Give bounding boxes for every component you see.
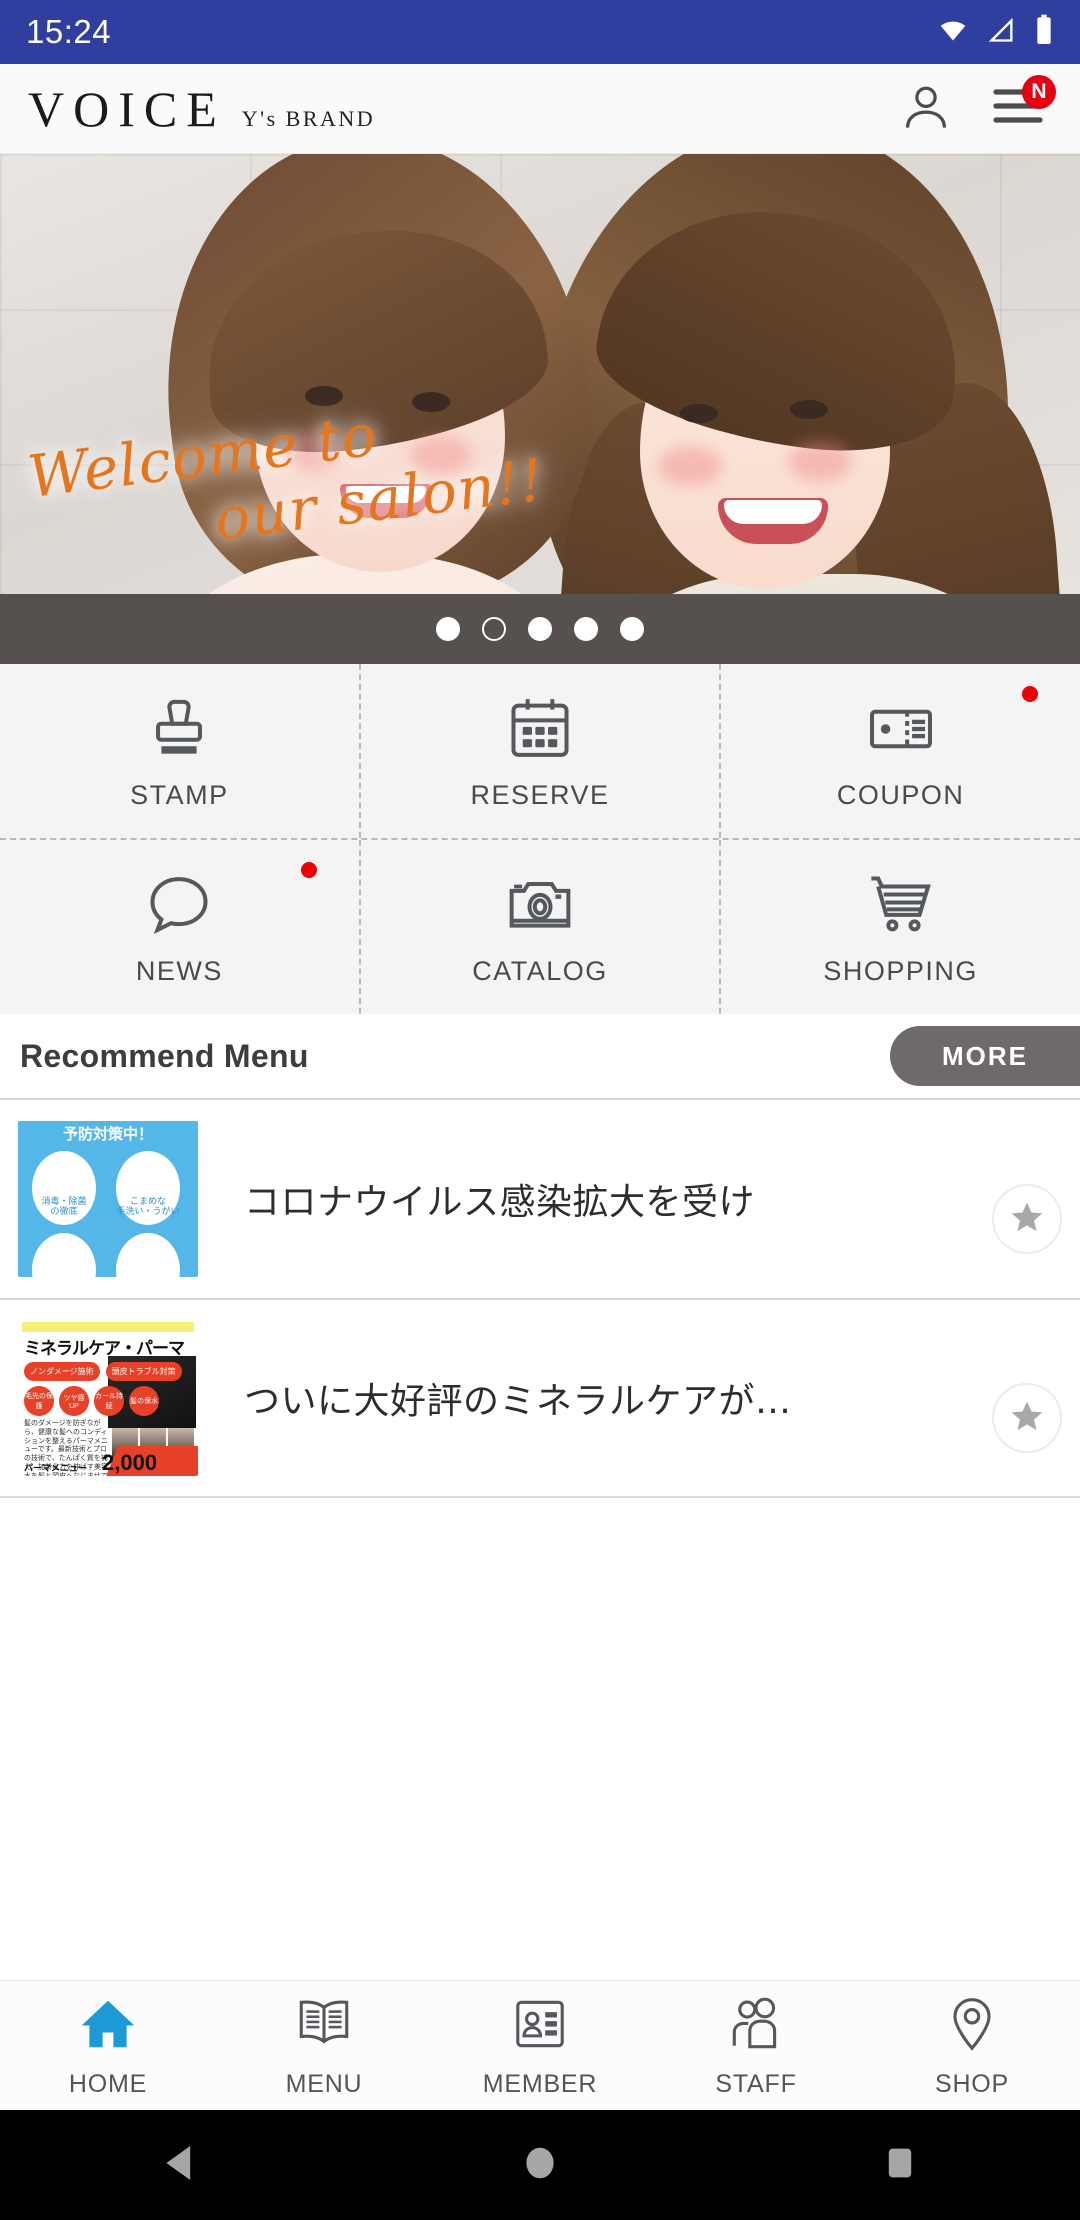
status-icons	[936, 14, 1054, 51]
wifi-icon	[936, 16, 970, 49]
nav-item-label: STAFF	[715, 2069, 797, 2098]
status-time: 15:24	[26, 13, 112, 50]
logo-primary-text: VOICE	[28, 80, 226, 137]
app-header: VOICE Y's BRAND N	[0, 64, 1080, 154]
quick-action-coupon[interactable]: COUPON	[719, 664, 1080, 838]
favorite-button[interactable]	[992, 1184, 1062, 1254]
account-button[interactable]	[898, 81, 954, 137]
nav-item-staff[interactable]: STAFF	[648, 1981, 864, 2110]
carousel-dot[interactable]	[528, 617, 552, 641]
carousel-dot[interactable]	[436, 617, 460, 641]
quick-action-label: SHOPPING	[823, 955, 978, 986]
book-icon	[293, 1993, 355, 2060]
quick-action-shopping[interactable]: SHOPPING	[719, 840, 1080, 1014]
logo-secondary-text: Y's BRAND	[241, 105, 376, 131]
menu-notification-badge: N	[1022, 74, 1056, 109]
recents-square-icon	[884, 2144, 916, 2187]
recommend-title: Recommend Menu	[20, 1037, 309, 1074]
quick-action-label: RESERVE	[470, 779, 610, 810]
carousel-dot[interactable]	[482, 617, 506, 641]
android-back-button[interactable]	[120, 2110, 240, 2220]
battery-icon	[1034, 14, 1054, 51]
menu-button[interactable]: N	[990, 74, 1056, 137]
people-icon	[725, 1993, 787, 2060]
shopping-cart-icon	[864, 868, 938, 942]
nav-item-label: MEMBER	[482, 2069, 598, 2098]
map-pin-icon	[941, 1993, 1003, 2060]
notification-dot	[300, 862, 317, 878]
quick-action-label: NEWS	[135, 955, 223, 986]
home-circle-icon	[523, 2144, 557, 2187]
stamp-icon	[142, 692, 216, 766]
nav-item-label: HOME	[68, 2069, 148, 2098]
home-icon	[77, 1993, 139, 2060]
favorite-button[interactable]	[992, 1383, 1062, 1453]
recommend-item-title: ついに大好評のミネラルケアが…	[244, 1381, 792, 1422]
quick-action-label: STAMP	[130, 779, 229, 810]
nav-item-home[interactable]: HOME	[0, 1981, 216, 2110]
coupon-ticket-icon	[864, 692, 938, 766]
quick-action-news[interactable]: NEWS	[0, 840, 359, 1014]
nav-item-member[interactable]: MEMBER	[432, 1981, 648, 2110]
quick-action-grid: STAMP RESERVE COUPON NEWS CATALOG SHOPPING	[0, 664, 1080, 1014]
quick-action-label: CATALOG	[472, 955, 608, 986]
back-triangle-icon	[163, 2144, 197, 2187]
quick-action-label: COUPON	[836, 779, 965, 810]
nav-item-shop[interactable]: SHOP	[864, 1981, 1080, 2110]
quick-action-stamp[interactable]: STAMP	[0, 664, 359, 838]
android-system-navigation	[0, 2110, 1080, 2220]
recommend-list-item[interactable]: ミネラルケア・パーマ ノンダメージ施術 頭皮トラブル対策 毛先の保護 ツヤ感UP カール持…	[0, 1298, 1080, 1498]
speech-bubble-icon	[142, 868, 216, 942]
nav-item-menu[interactable]: MENU	[216, 1981, 432, 2110]
calendar-icon	[503, 692, 577, 766]
app-screen: 15:24 VOICE Y's BRAND N Welcome to our s…	[0, 0, 1080, 2220]
nav-item-label: SHOP	[934, 2069, 1010, 2098]
quick-action-reserve[interactable]: RESERVE	[358, 664, 720, 838]
recommend-list-item[interactable]: 予防対策中！消毒・除菌の徹底こまめな手洗い・うがい定期的な換気体温測定 コロナウイ…	[0, 1098, 1080, 1298]
hero-carousel-slide[interactable]: Welcome to our salon!!	[0, 154, 1080, 594]
recommend-item-title: コロナウイルス感染拡大を受け	[244, 1182, 756, 1223]
android-home-button[interactable]	[480, 2110, 600, 2220]
nav-item-label: MENU	[285, 2069, 363, 2098]
android-recents-button[interactable]	[840, 2110, 960, 2220]
recommend-section-header: Recommend Menu MORE	[0, 1014, 1080, 1098]
id-card-icon	[509, 1993, 571, 2060]
camera-icon	[503, 868, 577, 942]
quick-action-row: NEWS CATALOG SHOPPING	[0, 840, 1080, 1014]
brand-logo[interactable]: VOICE Y's BRAND	[28, 84, 375, 134]
header-actions: N	[898, 74, 1056, 137]
status-bar: 15:24	[0, 0, 1080, 64]
recommend-more-button[interactable]: MORE	[890, 1026, 1080, 1086]
person-icon	[900, 80, 952, 137]
recommend-list: 予防対策中！消毒・除菌の徹底こまめな手洗い・うがい定期的な換気体温測定 コロナウイ…	[0, 1098, 1080, 1980]
star-icon	[1009, 1398, 1045, 1439]
carousel-dot[interactable]	[574, 617, 598, 641]
item-thumbnail: ミネラルケア・パーマ ノンダメージ施術 頭皮トラブル対策 毛先の保護 ツヤ感UP カール持…	[18, 1320, 198, 1476]
star-icon	[1009, 1199, 1045, 1240]
carousel-dot[interactable]	[620, 617, 644, 641]
notification-dot	[1022, 686, 1039, 702]
quick-action-row: STAMP RESERVE COUPON	[0, 664, 1080, 840]
carousel-indicator[interactable]	[0, 594, 1080, 664]
quick-action-catalog[interactable]: CATALOG	[358, 840, 720, 1014]
item-thumbnail: 予防対策中！消毒・除菌の徹底こまめな手洗い・うがい定期的な換気体温測定	[18, 1121, 198, 1277]
bottom-navigation: HOME MENU MEMBER STAFF SHOP	[0, 1980, 1080, 2110]
cellular-signal-icon	[986, 16, 1018, 49]
